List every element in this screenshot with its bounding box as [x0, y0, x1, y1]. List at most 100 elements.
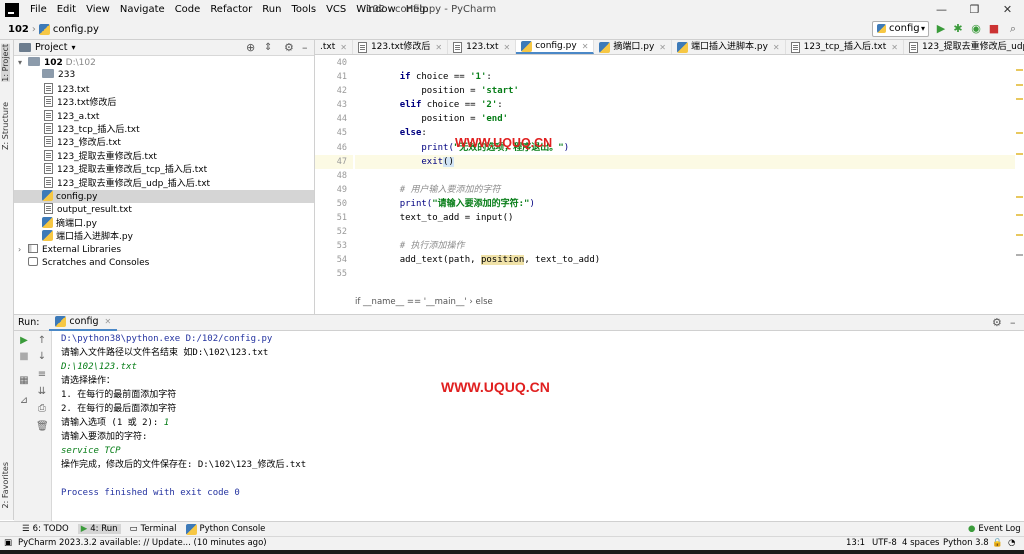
- editor-tab[interactable]: 123.txt修改后 ✕: [353, 40, 449, 54]
- status-bar: ▣ PyCharm 2023.3.2 available: // Update.…: [0, 536, 1024, 550]
- tree-item[interactable]: 摘端口.py: [14, 216, 314, 230]
- terminal-tool-button[interactable]: ▭ Terminal: [130, 524, 177, 534]
- tree-external-libraries[interactable]: › External Libraries: [14, 243, 314, 256]
- tree-item-selected[interactable]: config.py: [14, 189, 314, 204]
- print-icon[interactable]: ⎙: [36, 403, 48, 415]
- lock-icon[interactable]: 🔒: [992, 538, 1003, 548]
- indent-setting[interactable]: 4 spaces: [902, 538, 939, 548]
- down-arrow-icon[interactable]: ↓: [36, 351, 48, 363]
- code-breadcrumb[interactable]: if __name__ == '__main__' › else: [355, 297, 493, 307]
- stripe-mark[interactable]: [1016, 98, 1023, 100]
- run-config-select[interactable]: config ▾: [872, 21, 929, 37]
- python-interpreter[interactable]: Python 3.8: [943, 538, 989, 548]
- code-area[interactable]: if choice == '1': position = 'start' eli…: [355, 56, 1015, 296]
- event-log-tool-button[interactable]: ● Event Log: [968, 524, 1021, 534]
- soft-wrap-icon[interactable]: ≡: [36, 369, 48, 381]
- rerun-icon[interactable]: ▶: [18, 335, 30, 347]
- editor-tab[interactable]: 端口插入进脚本.py ✕: [672, 40, 786, 54]
- tree-item[interactable]: 123_提取去重修改后.txt: [14, 149, 314, 163]
- console-output[interactable]: D:\python38\python.exe D:/102/config.py …: [52, 331, 1024, 521]
- maximize-icon[interactable]: ❐: [958, 0, 991, 19]
- tree-item[interactable]: output_result.txt: [14, 203, 314, 216]
- tree-item[interactable]: 123_tcp_插入后.txt: [14, 122, 314, 136]
- line-number: 49: [336, 184, 347, 195]
- coverage-icon[interactable]: ◉: [969, 22, 983, 36]
- tree-item[interactable]: 端口插入进脚本.py: [14, 230, 314, 243]
- close-icon[interactable]: ✕: [991, 0, 1024, 19]
- menu-run[interactable]: Run: [257, 0, 286, 19]
- project-panel-title[interactable]: Project: [35, 42, 68, 53]
- tree-item[interactable]: 123_提取去重修改后_udp_插入后.txt: [14, 176, 314, 190]
- tree-item[interactable]: 123.txt修改后: [14, 96, 314, 109]
- trash-icon[interactable]: 🗑: [36, 421, 49, 433]
- close-tab-icon[interactable]: ✕: [659, 40, 666, 54]
- hide-icon[interactable]: –: [1010, 316, 1016, 329]
- editor-tab[interactable]: .txt ✕: [315, 40, 353, 54]
- scroll-to-end-icon[interactable]: ⇊: [36, 386, 48, 398]
- stripe-mark[interactable]: [1016, 69, 1023, 71]
- menu-file[interactable]: File: [25, 0, 52, 19]
- tree-item[interactable]: 123_修改后.txt: [14, 136, 314, 149]
- menu-vcs[interactable]: VCS: [321, 0, 351, 19]
- editor-tab[interactable]: 摘端口.py ✕: [594, 40, 672, 54]
- up-arrow-icon[interactable]: ↑: [36, 335, 48, 347]
- tree-root[interactable]: ▾ 102 D:\102: [14, 56, 314, 69]
- stop-icon[interactable]: ■: [18, 351, 30, 363]
- todo-tool-button[interactable]: ☰ 6: TODO: [22, 524, 69, 534]
- tree-item[interactable]: 123.txt: [14, 82, 314, 96]
- stripe-mark[interactable]: [1016, 254, 1023, 256]
- close-tab-icon[interactable]: ✕: [773, 40, 780, 54]
- minimize-icon[interactable]: —: [925, 0, 958, 19]
- stripe-mark[interactable]: [1016, 132, 1023, 134]
- close-tab-icon[interactable]: ✕: [504, 40, 511, 54]
- stripe-mark[interactable]: [1016, 153, 1023, 155]
- structure-tool-button[interactable]: Z: Structure: [1, 102, 10, 150]
- close-tab-icon[interactable]: ✕: [105, 317, 112, 326]
- caret-position[interactable]: 13:1: [846, 538, 865, 548]
- stripe-mark[interactable]: [1016, 196, 1023, 198]
- stop-icon[interactable]: ■: [987, 22, 1001, 36]
- close-tab-icon[interactable]: ✕: [435, 40, 442, 54]
- run-tool-button[interactable]: ▶ 4: Run: [77, 524, 121, 534]
- menu-code[interactable]: Code: [170, 0, 206, 19]
- notification-icon[interactable]: ◔: [1008, 538, 1015, 548]
- run-icon[interactable]: ▶: [934, 22, 948, 36]
- favorites-tool-button[interactable]: 2: Favorites: [1, 462, 10, 508]
- stripe-mark[interactable]: [1016, 84, 1023, 86]
- editor-tab[interactable]: 123.txt ✕: [448, 40, 517, 54]
- close-tab-icon[interactable]: ✕: [582, 40, 589, 54]
- chevron-down-icon[interactable]: ▾: [72, 43, 76, 52]
- menu-refactor[interactable]: Refactor: [205, 0, 257, 19]
- layout-icon[interactable]: ▦: [18, 375, 30, 387]
- editor-tab[interactable]: 123_tcp_插入后.txt ✕: [786, 40, 904, 54]
- tree-scratches[interactable]: Scratches and Consoles: [14, 256, 314, 270]
- tree-item[interactable]: 233: [14, 69, 314, 82]
- close-tab-icon[interactable]: ✕: [891, 40, 898, 54]
- pin-icon[interactable]: ⊿: [18, 395, 30, 407]
- gear-icon[interactable]: ⚙: [284, 41, 294, 54]
- run-tab[interactable]: config ✕: [49, 315, 118, 331]
- breadcrumb-project[interactable]: 102: [8, 24, 29, 35]
- menu-view[interactable]: View: [81, 0, 115, 19]
- tree-item[interactable]: 123_提取去重修改后_tcp_插入后.txt: [14, 163, 314, 176]
- python-console-tool-button[interactable]: Python Console: [185, 523, 265, 535]
- project-tool-button[interactable]: 1: Project: [1, 44, 10, 82]
- status-message[interactable]: PyCharm 2023.3.2 available: // Update...…: [18, 538, 267, 548]
- search-everywhere-icon[interactable]: ⌕: [1006, 22, 1020, 36]
- editor-tab-active[interactable]: config.py ✕: [516, 40, 595, 54]
- breadcrumb-file[interactable]: config.py: [53, 24, 99, 35]
- editor-tab[interactable]: 123_提取去重修改后_udp_插入后.txt✕: [904, 40, 1024, 54]
- hide-icon[interactable]: –: [302, 41, 308, 54]
- tree-item[interactable]: 123_a.txt: [14, 109, 314, 123]
- stripe-mark[interactable]: [1016, 214, 1023, 216]
- menu-tools[interactable]: Tools: [286, 0, 321, 19]
- debug-icon[interactable]: ✱: [951, 22, 965, 36]
- collapse-icon[interactable]: ⇕: [264, 42, 272, 53]
- menu-edit[interactable]: Edit: [52, 0, 81, 19]
- menu-navigate[interactable]: Navigate: [115, 0, 170, 19]
- gear-icon[interactable]: ⚙: [992, 316, 1002, 329]
- file-encoding[interactable]: UTF-8: [872, 538, 897, 548]
- locate-icon[interactable]: ⊕: [246, 41, 255, 54]
- close-tab-icon[interactable]: ✕: [340, 40, 347, 54]
- stripe-mark[interactable]: [1016, 234, 1023, 236]
